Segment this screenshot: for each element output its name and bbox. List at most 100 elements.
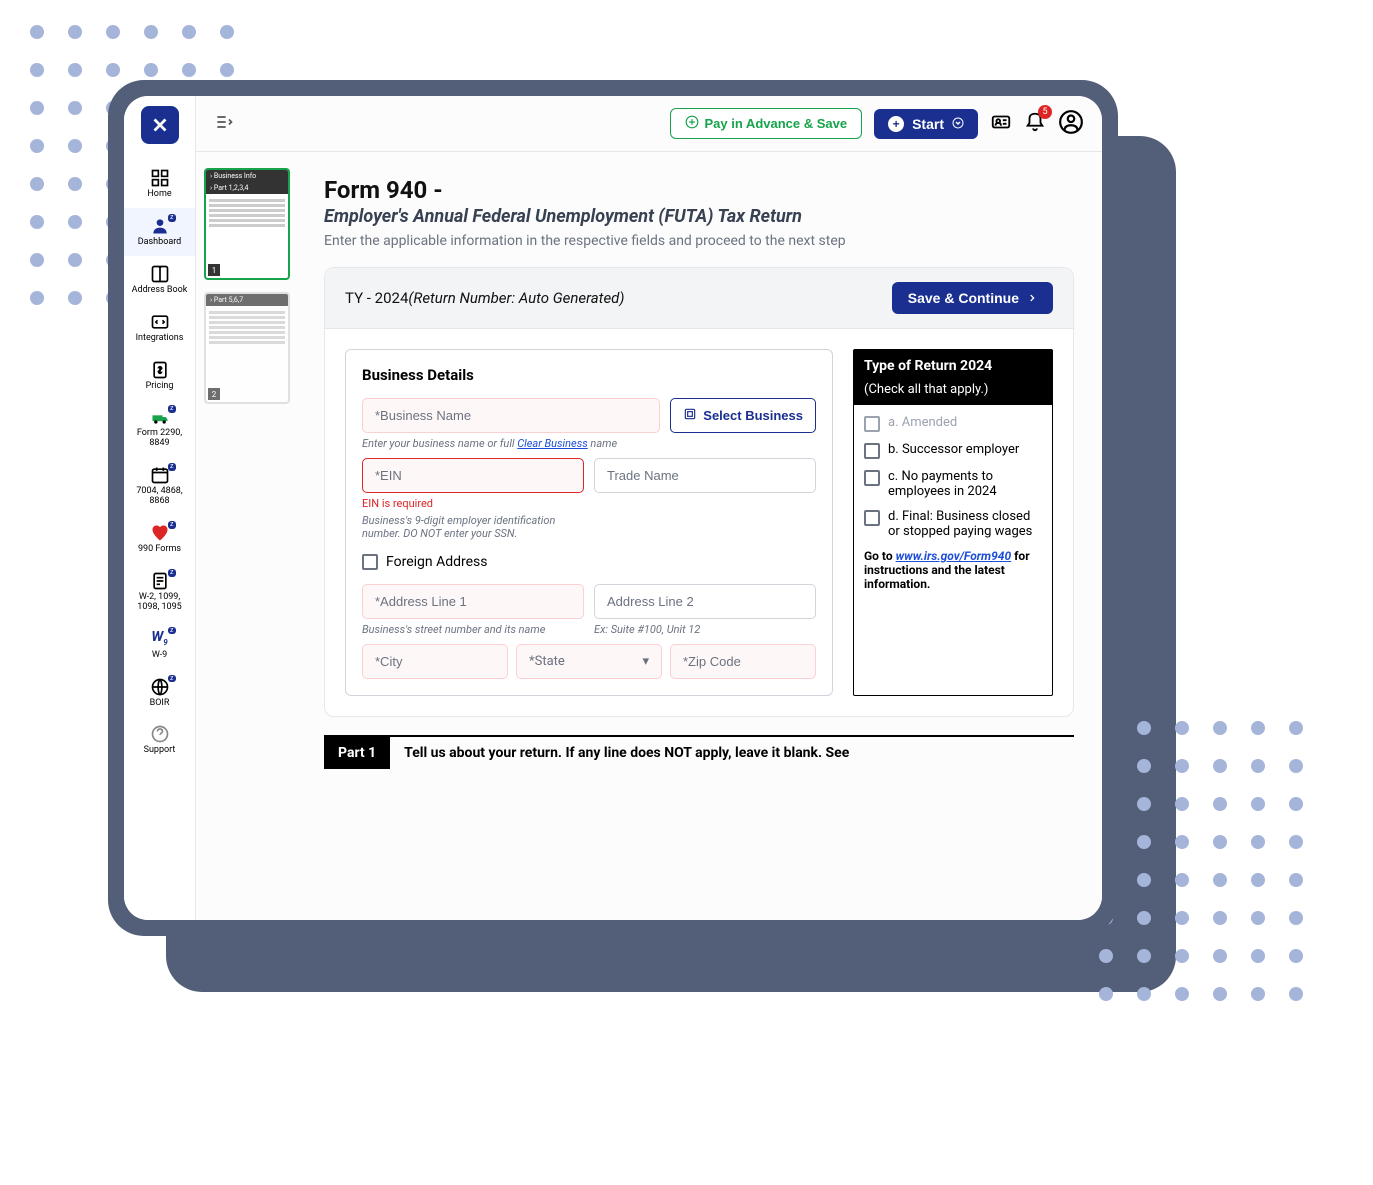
code-icon [150,312,170,332]
app-logo[interactable] [141,106,179,144]
return-type-section: Type of Return 2024 (Check all that appl… [853,349,1053,696]
nav-boir[interactable]: BOIR [124,669,195,717]
nav-dashboard[interactable]: Dashboard [124,208,195,256]
irs-link-text: Go to www.irs.gov/Form940 for instructio… [864,549,1042,591]
part-1-text: Tell us about your return. If any line d… [404,745,849,761]
globe-icon [150,677,170,697]
nav-7004[interactable]: 7004, 4868, 8868 [124,457,195,515]
return-type-amended: a. Amended [864,415,1042,432]
nav-address-book[interactable]: Address Book [124,256,195,304]
thumbnail-page-2[interactable]: › Part 5,6,7 2 [204,292,290,404]
w9-icon: W9 [150,629,170,649]
part-1-badge: Part 1 [324,737,390,769]
nav-label-pricing: Pricing [146,382,174,392]
sidebar: Home Dashboard Address Book Integrations… [124,96,196,920]
irs-link[interactable]: www.irs.gov/Form940 [896,549,1012,563]
thumbnail-page-1[interactable]: › Business Info › Part 1,2,3,4 1 [204,168,290,280]
nav-label-w2: W-2, 1099, 1098, 1095 [128,593,191,613]
ein-input[interactable] [362,458,584,493]
business-name-helper: Enter your business name or full Clear B… [362,437,660,450]
save-continue-label: Save & Continue [908,290,1019,306]
ty-return-num: (Return Number: Auto Generated) [408,289,624,307]
plus-icon: + [888,116,904,132]
nav-w9[interactable]: W9 W-9 [124,621,195,669]
trade-name-input[interactable] [594,458,816,493]
nav-w2-1099[interactable]: W-2, 1099, 1098, 1095 [124,563,195,621]
form-area: Form 940 - Employer's Annual Federal Une… [296,152,1102,920]
address-line-1-input[interactable] [362,584,584,619]
address1-helper: Business's street number and its name [362,623,584,636]
bell-icon[interactable]: 5 [1024,111,1046,137]
nav-990[interactable]: 990 Forms [124,515,195,563]
ein-helper: Business's 9-digit employer identificati… [362,514,584,540]
start-button[interactable]: + Start [874,109,978,139]
foreign-address-checkbox[interactable] [362,554,378,570]
pay-advance-button[interactable]: Pay in Advance & Save [670,108,863,139]
form-subtitle: Employer's Annual Federal Unemployment (… [324,206,1074,227]
return-type-final: d. Final: Business closed or stopped pay… [864,509,1042,539]
city-input[interactable] [362,644,508,679]
amended-checkbox[interactable] [864,416,880,432]
topbar: Pay in Advance & Save + Start 5 [196,96,1102,152]
return-type-subheader: (Check all that apply.) [854,382,1052,405]
no-payments-checkbox[interactable] [864,470,880,486]
return-type-successor: b. Successor employer [864,442,1042,459]
clear-business-link[interactable]: Clear Business [517,437,588,450]
nav-label-w9: W-9 [152,651,167,661]
nav-label-990: 990 Forms [138,545,181,555]
return-type-no-payments: c. No payments to employees in 2024 [864,469,1042,499]
save-continue-button[interactable]: Save & Continue [892,282,1053,314]
amended-label: a. Amended [888,415,957,430]
state-dropdown[interactable]: *State ▾ [516,644,662,679]
no-payments-label: c. No payments to employees in 2024 [888,469,1042,499]
decorative-dots-bottom [1099,721,1303,1025]
thumb2-label1: Part 5,6,7 [214,296,243,304]
truck-icon [150,407,170,427]
nav-label-7004: 7004, 4868, 8868 [128,487,191,507]
thumb1-label1: Business Info [214,172,256,180]
avatar-icon[interactable] [1058,109,1084,139]
nav-support[interactable]: Support [124,716,195,764]
nav-label-form-2290: Form 2290, 8849 [128,429,191,449]
ein-error-text: EIN is required [362,497,584,510]
nav-label-home: Home [147,190,171,200]
doc-icon [150,571,170,591]
book-icon [150,264,170,284]
form-description: Enter the applicable information in the … [324,233,1074,249]
form-card: TY - 2024(Return Number: Auto Generated)… [324,267,1074,717]
ty-year: TY - 2024 [345,289,408,307]
pay-advance-label: Pay in Advance & Save [705,116,848,131]
dollar-doc-icon [150,360,170,380]
chevron-down-icon [952,116,964,132]
thumb1-label2: Part 1,2,3,4 [214,184,249,192]
notification-badge: 5 [1038,105,1052,119]
id-card-icon[interactable] [990,111,1012,137]
zip-input[interactable] [670,644,816,679]
nav-pricing[interactable]: Pricing [124,352,195,400]
part-1-section: Part 1 Tell us about your return. If any… [324,735,1074,769]
grid-icon [150,168,170,188]
chevron-right-icon [1027,290,1037,306]
sidebar-collapse-button[interactable] [214,112,234,136]
successor-label: b. Successor employer [888,442,1019,457]
business-name-input[interactable] [362,398,660,433]
thumb2-number: 2 [208,388,220,400]
final-checkbox[interactable] [864,510,880,526]
form-card-header: TY - 2024(Return Number: Auto Generated)… [325,268,1073,329]
help-icon [150,724,170,744]
address-line-2-input[interactable] [594,584,816,619]
return-type-header: Type of Return 2024 [854,350,1052,382]
nav-label-integrations: Integrations [136,334,184,344]
select-business-button[interactable]: Select Business [670,398,816,433]
nav-integrations[interactable]: Integrations [124,304,195,352]
page-thumbnails: › Business Info › Part 1,2,3,4 1 › Part … [196,152,296,920]
chevron-down-icon: ▾ [642,654,649,669]
nav-home[interactable]: Home [124,160,195,208]
calendar-icon [150,465,170,485]
tax-year-text: TY - 2024(Return Number: Auto Generated) [345,289,624,307]
nav-label-boir: BOIR [150,699,170,709]
plus-circle-icon [685,115,699,132]
nav-form-2290[interactable]: Form 2290, 8849 [124,399,195,457]
business-details-heading: Business Details [362,366,816,384]
successor-checkbox[interactable] [864,443,880,459]
